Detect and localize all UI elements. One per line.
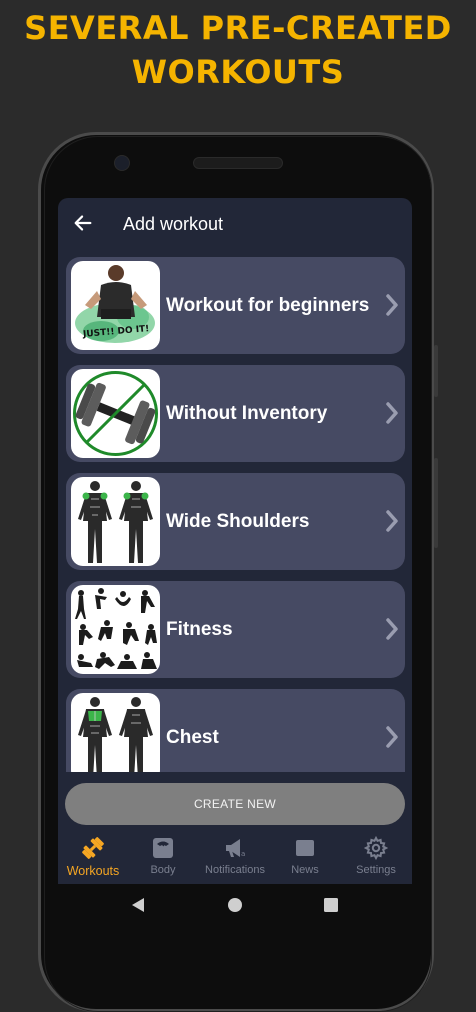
nav-item-news[interactable]: News <box>270 836 340 882</box>
svg-text:a: a <box>241 850 245 858</box>
nav-label: Settings <box>356 864 396 876</box>
nav-label: Workouts <box>66 864 120 878</box>
promo-line-2: WORKOUTS <box>131 53 345 91</box>
nav-label: Notifications <box>205 864 265 876</box>
nav-label: Body <box>150 864 176 876</box>
workout-card-label: Wide Shoulders <box>166 511 310 532</box>
workout-list[interactable]: JUST!! DO IT! Workout for beginners With… <box>66 257 405 772</box>
workout-card-without-inventory[interactable]: Without Inventory <box>66 365 405 462</box>
chevron-right-icon <box>386 618 398 640</box>
workout-card-wide-shoulders[interactable]: Wide Shoulders <box>66 473 405 570</box>
workout-card-label: Workout for beginners <box>166 295 370 316</box>
shoulders-anatomy-image <box>71 477 160 566</box>
app-bar: Add workout <box>58 198 412 250</box>
arrow-left-icon[interactable] <box>72 212 94 234</box>
power-button <box>434 345 438 397</box>
megaphone-icon: a <box>226 839 245 858</box>
nav-item-settings[interactable]: Settings <box>341 836 411 882</box>
nav-label: News <box>291 864 319 876</box>
bottom-navigation: Workouts Body a Notifications News Setti… <box>58 830 412 884</box>
workout-card-label: Chest <box>166 727 219 748</box>
earpiece-speaker <box>193 157 283 169</box>
page-title: Add workout <box>123 214 224 234</box>
promo-line-1: SEVERAL PRE-CREATED <box>24 9 452 47</box>
create-new-button[interactable]: CREATE NEW <box>65 783 405 825</box>
nav-item-notifications[interactable]: a Notifications <box>198 836 272 882</box>
fitness-silhouettes-image <box>71 585 160 674</box>
home-circle-icon[interactable] <box>227 897 243 913</box>
front-camera <box>114 155 130 171</box>
workout-card-label: Fitness <box>166 619 233 640</box>
chevron-right-icon <box>386 726 398 748</box>
promo-headline: SEVERAL PRE-CREATED WORKOUTS <box>0 6 476 94</box>
workout-card-label: Without Inventory <box>166 403 328 424</box>
nav-item-workouts[interactable]: Workouts <box>58 836 128 882</box>
news-icon <box>296 840 314 856</box>
nav-item-body[interactable]: Body <box>128 836 198 882</box>
chevron-right-icon <box>386 294 398 316</box>
workout-card-fitness[interactable]: Fitness <box>66 581 405 678</box>
app-screen: Add workout JUST!! DO IT! Workout for be… <box>58 198 412 884</box>
volume-button <box>434 458 438 548</box>
system-navigation-bar <box>58 884 412 926</box>
dumbbell-icon <box>82 837 104 859</box>
crossed-dumbbell-image <box>71 369 160 458</box>
chevron-right-icon <box>386 510 398 532</box>
chest-anatomy-image <box>71 693 160 772</box>
chevron-right-icon <box>386 402 398 424</box>
back-triangle-icon[interactable] <box>130 897 146 913</box>
workout-card-chest[interactable]: Chest <box>66 689 405 772</box>
scale-icon <box>153 838 173 858</box>
workout-card-beginners[interactable]: JUST!! DO IT! Workout for beginners <box>66 257 405 354</box>
gear-icon <box>364 836 388 860</box>
just-do-it-image: JUST!! DO IT! <box>71 261 160 350</box>
recents-square-icon[interactable] <box>324 898 338 912</box>
